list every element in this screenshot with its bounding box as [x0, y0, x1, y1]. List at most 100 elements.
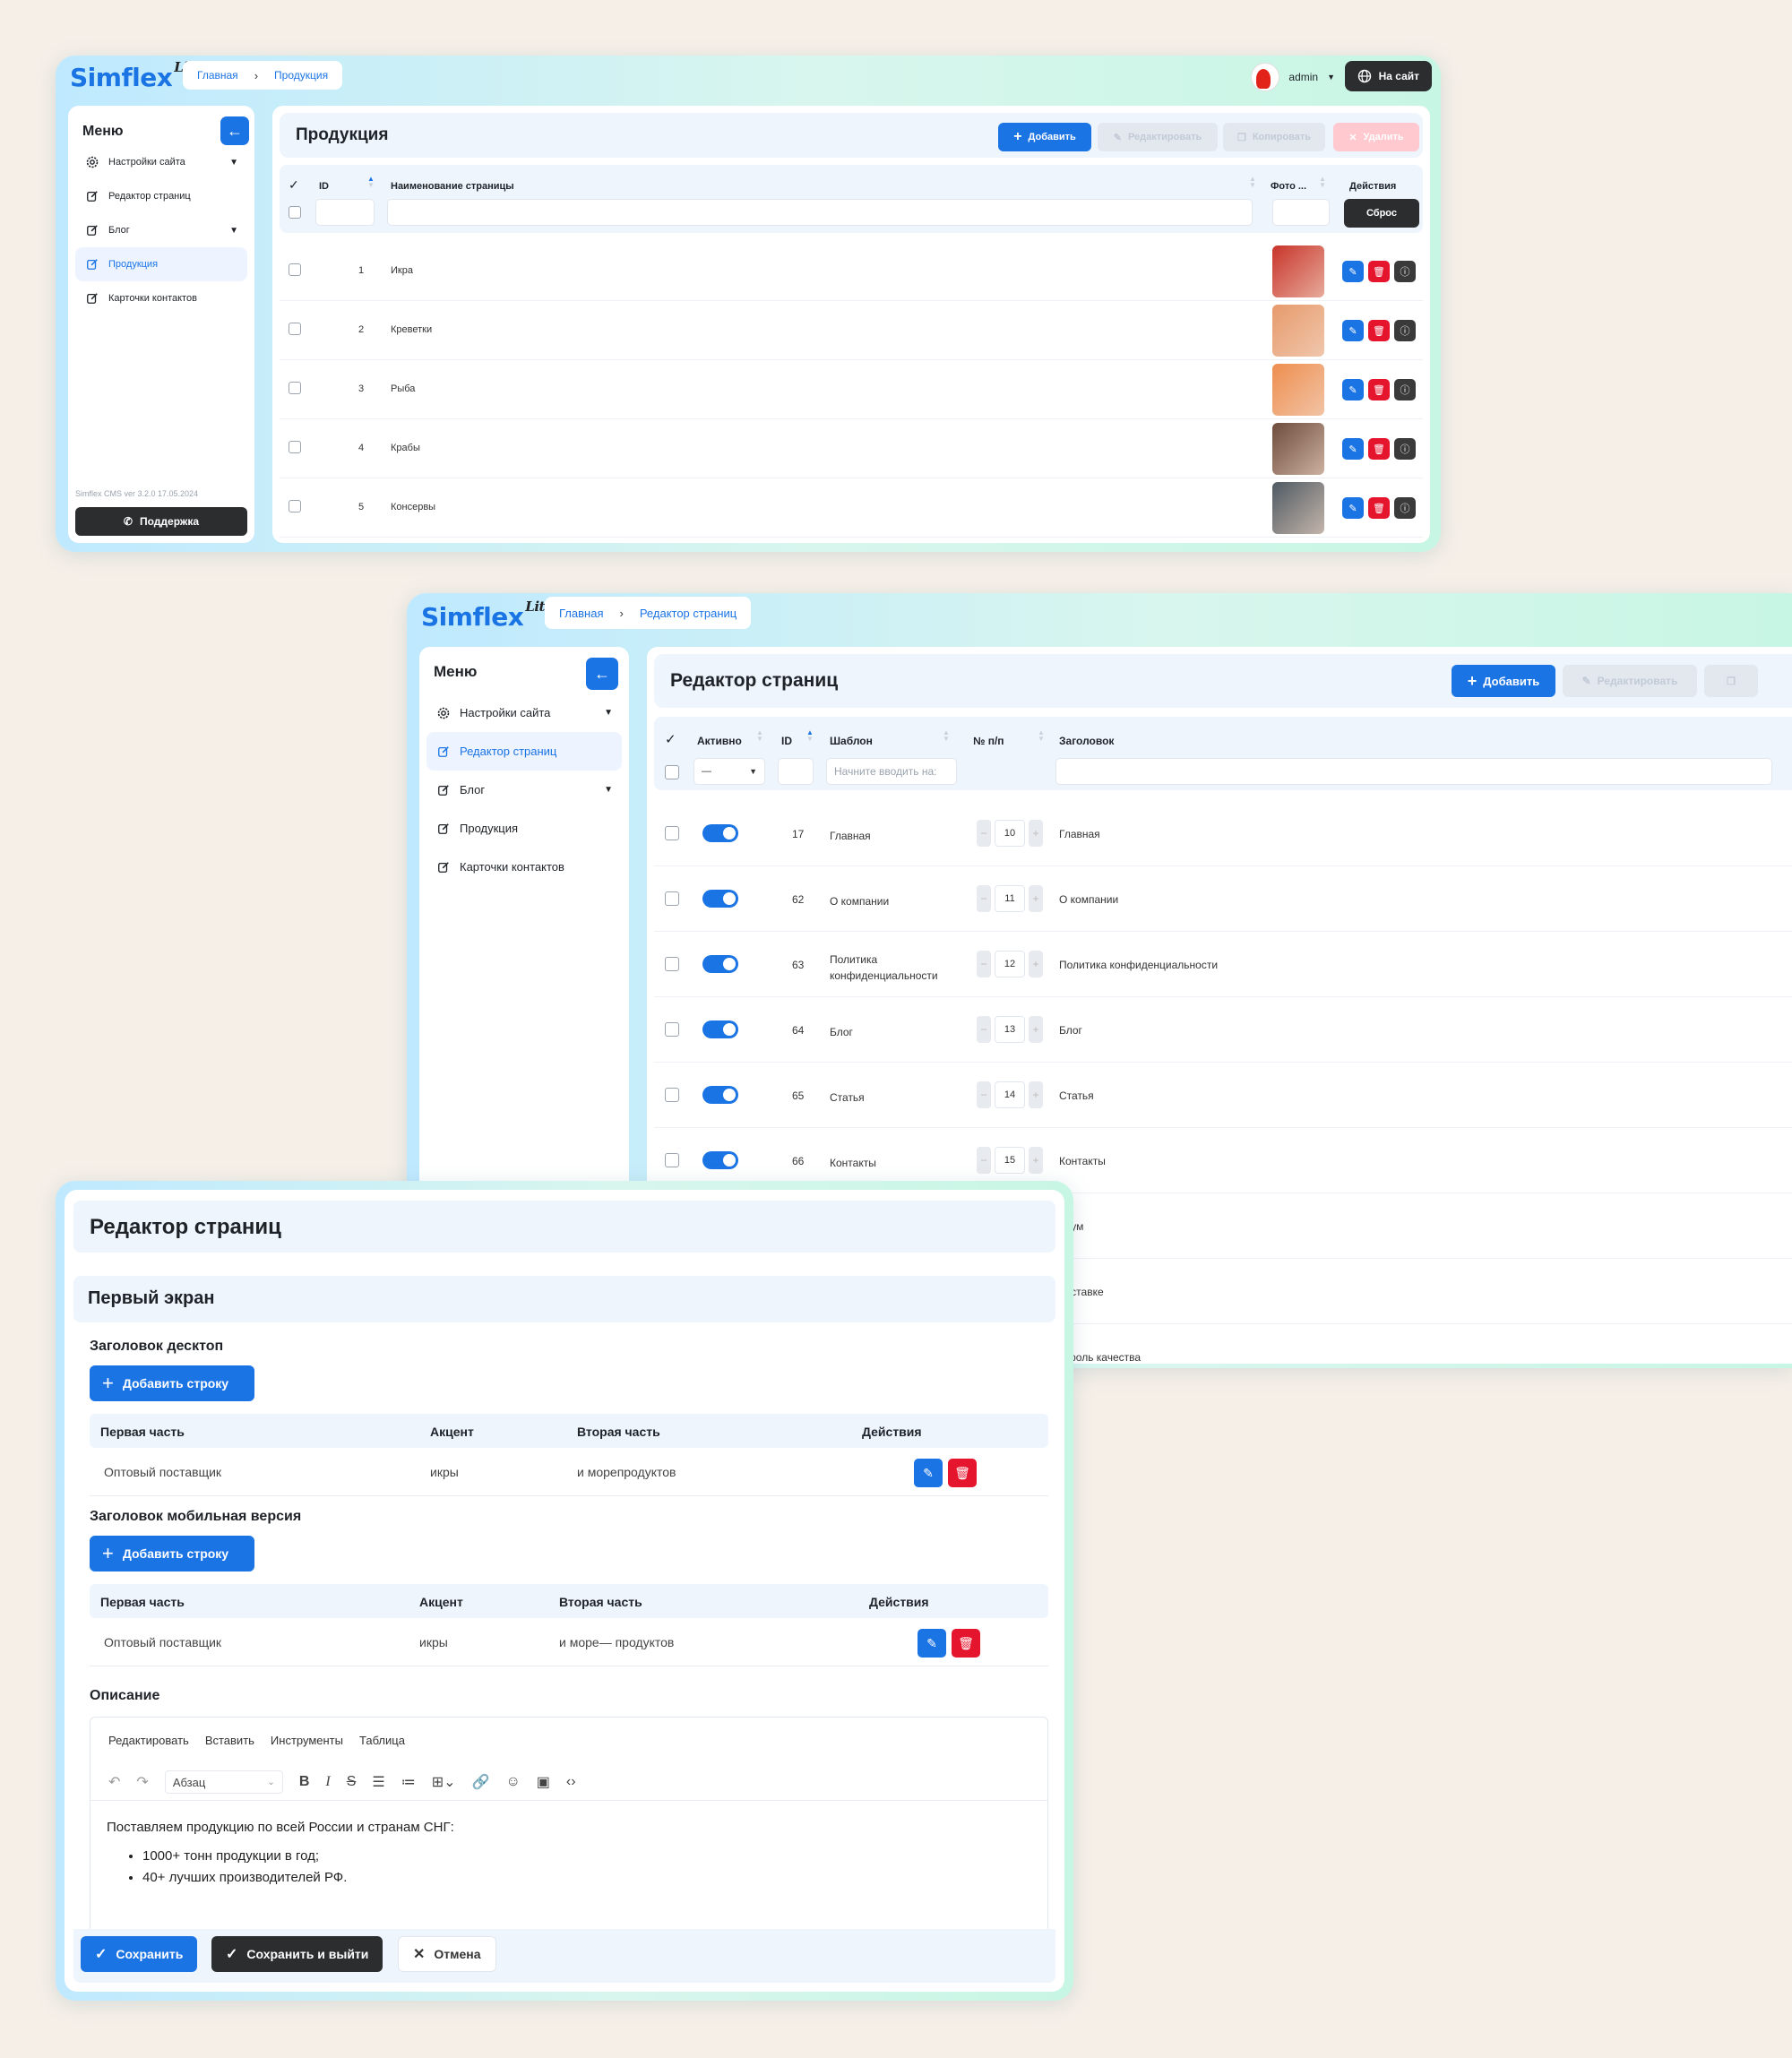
- breadcrumb-home[interactable]: Главная: [197, 69, 238, 82]
- link-icon[interactable]: 🔗: [472, 1773, 490, 1791]
- go-to-site-button[interactable]: На сайт: [1344, 61, 1432, 91]
- block-format-select[interactable]: Абзац ⌄: [164, 1770, 283, 1794]
- logo[interactable]: SimflexLite: [421, 598, 553, 632]
- edit-button[interactable]: ✎ Редактировать: [1563, 665, 1697, 697]
- info-row-button[interactable]: ⓘ: [1394, 320, 1416, 341]
- emoji-icon[interactable]: ☺: [505, 1774, 520, 1790]
- sort-id-icon[interactable]: ▲ ▼: [806, 729, 814, 743]
- sidebar-item[interactable]: Настройки сайта ▼: [75, 145, 247, 179]
- active-toggle[interactable]: [702, 1086, 738, 1104]
- row-checkbox[interactable]: [289, 263, 301, 276]
- decrement-button[interactable]: −: [977, 1081, 991, 1108]
- menu-tools[interactable]: Инструменты: [271, 1734, 343, 1747]
- menu-edit[interactable]: Редактировать: [108, 1734, 189, 1747]
- reset-button[interactable]: Сброс: [1344, 199, 1419, 228]
- edit-row-button[interactable]: ✎: [1342, 379, 1364, 400]
- menu-insert[interactable]: Вставить: [205, 1734, 254, 1747]
- sidebar-item[interactable]: Продукция: [426, 809, 622, 848]
- photo-filter-input[interactable]: [1272, 199, 1330, 226]
- save-button[interactable]: ✓ Сохранить: [81, 1936, 198, 1972]
- sidebar-item[interactable]: Блог ▼: [75, 213, 247, 247]
- collapse-sidebar-button[interactable]: ←: [586, 658, 618, 690]
- template-filter-input[interactable]: Начните вводить на:: [826, 758, 957, 785]
- collapse-sidebar-button[interactable]: ←: [220, 116, 249, 145]
- delete-row-button[interactable]: 🗑: [948, 1459, 977, 1487]
- order-stepper[interactable]: −12 +: [977, 951, 1043, 977]
- add-mobile-row-button[interactable]: + Добавить строку: [90, 1536, 254, 1571]
- decrement-button[interactable]: −: [977, 1016, 991, 1043]
- select-all-checkbox[interactable]: [289, 206, 301, 219]
- sort-order-icon[interactable]: ▲ ▼: [1038, 729, 1045, 743]
- active-toggle[interactable]: [702, 824, 738, 842]
- decrement-button[interactable]: −: [977, 885, 991, 912]
- edit-row-button[interactable]: ✎: [1342, 438, 1364, 460]
- edit-row-button[interactable]: ✎: [1342, 320, 1364, 341]
- delete-row-button[interactable]: 🗑: [1368, 261, 1390, 282]
- sidebar-item[interactable]: Настройки сайта ▼: [426, 693, 622, 732]
- info-row-button[interactable]: ⓘ: [1394, 379, 1416, 400]
- italic-icon[interactable]: I: [325, 1774, 330, 1790]
- row-checkbox[interactable]: [665, 1088, 679, 1102]
- sidebar-item[interactable]: Продукция: [75, 247, 247, 281]
- menu-table[interactable]: Таблица: [359, 1734, 405, 1747]
- decrement-button[interactable]: −: [977, 820, 991, 847]
- order-stepper[interactable]: −13 +: [977, 1016, 1043, 1043]
- column-title[interactable]: Заголовок: [1059, 735, 1114, 747]
- active-toggle[interactable]: [702, 1151, 738, 1169]
- sort-active-icon[interactable]: ▲ ▼: [756, 729, 763, 743]
- bold-icon[interactable]: B: [299, 1774, 310, 1790]
- active-toggle[interactable]: [702, 955, 738, 973]
- row-checkbox[interactable]: [665, 1153, 679, 1167]
- sort-id-icon[interactable]: ▲ ▼: [367, 176, 375, 189]
- sidebar-item[interactable]: Редактор страниц: [75, 179, 247, 213]
- decrement-button[interactable]: −: [977, 1147, 991, 1174]
- delete-row-button[interactable]: 🗑: [1368, 438, 1390, 460]
- sidebar-item[interactable]: Блог ▼: [426, 771, 622, 809]
- order-stepper[interactable]: −15 +: [977, 1147, 1043, 1174]
- order-stepper[interactable]: −14 +: [977, 1081, 1043, 1108]
- edit-row-button[interactable]: ✎: [914, 1459, 943, 1487]
- info-row-button[interactable]: ⓘ: [1394, 261, 1416, 282]
- sidebar-item[interactable]: Карточки контактов: [75, 281, 247, 315]
- info-row-button[interactable]: ⓘ: [1394, 438, 1416, 460]
- delete-button[interactable]: ✕ Удалить: [1333, 123, 1419, 151]
- support-button[interactable]: ✆ Поддержка: [75, 507, 247, 536]
- sort-name-icon[interactable]: ▲ ▼: [1249, 176, 1256, 189]
- increment-button[interactable]: +: [1029, 1016, 1043, 1043]
- decrement-button[interactable]: −: [977, 951, 991, 977]
- title-filter-input[interactable]: [1055, 758, 1772, 785]
- active-toggle[interactable]: [702, 890, 738, 908]
- table-icon[interactable]: ⊞⌄: [432, 1773, 456, 1791]
- increment-button[interactable]: +: [1029, 1147, 1043, 1174]
- edit-row-button[interactable]: ✎: [918, 1629, 946, 1658]
- column-id[interactable]: ID: [781, 735, 792, 747]
- edit-row-button[interactable]: ✎: [1342, 497, 1364, 519]
- info-row-button[interactable]: ⓘ: [1394, 497, 1416, 519]
- add-button[interactable]: + Добавить: [1452, 665, 1555, 697]
- logo[interactable]: SimflexLite: [70, 59, 202, 92]
- image-icon[interactable]: ▣: [537, 1773, 550, 1791]
- strikethrough-icon[interactable]: S: [347, 1774, 357, 1790]
- user-menu[interactable]: admin ▼: [1251, 63, 1335, 91]
- redo-icon[interactable]: ↷: [136, 1773, 148, 1791]
- sort-template-icon[interactable]: ▲ ▼: [943, 729, 950, 743]
- add-desktop-row-button[interactable]: + Добавить строку: [90, 1365, 254, 1401]
- row-checkbox[interactable]: [289, 382, 301, 394]
- delete-row-button[interactable]: 🗑: [1368, 379, 1390, 400]
- edit-row-button[interactable]: ✎: [1342, 261, 1364, 282]
- breadcrumb-home[interactable]: Главная: [559, 607, 603, 620]
- column-name[interactable]: Наименование страницы: [391, 181, 514, 192]
- row-checkbox[interactable]: [665, 957, 679, 971]
- active-toggle[interactable]: [702, 1020, 738, 1038]
- column-id[interactable]: ID: [319, 181, 329, 192]
- row-checkbox[interactable]: [289, 323, 301, 335]
- undo-icon[interactable]: ↶: [108, 1773, 120, 1791]
- breadcrumb-current[interactable]: Продукция: [274, 69, 328, 82]
- cancel-button[interactable]: ✕ Отмена: [398, 1936, 496, 1972]
- row-checkbox[interactable]: [665, 826, 679, 840]
- sidebar-item[interactable]: Редактор страниц: [426, 732, 622, 771]
- edit-button[interactable]: ✎ Редактировать: [1098, 123, 1218, 151]
- sidebar-item[interactable]: Карточки контактов: [426, 848, 622, 886]
- breadcrumb-current[interactable]: Редактор страниц: [640, 607, 737, 620]
- copy-button[interactable]: ❐ Копировать: [1223, 123, 1325, 151]
